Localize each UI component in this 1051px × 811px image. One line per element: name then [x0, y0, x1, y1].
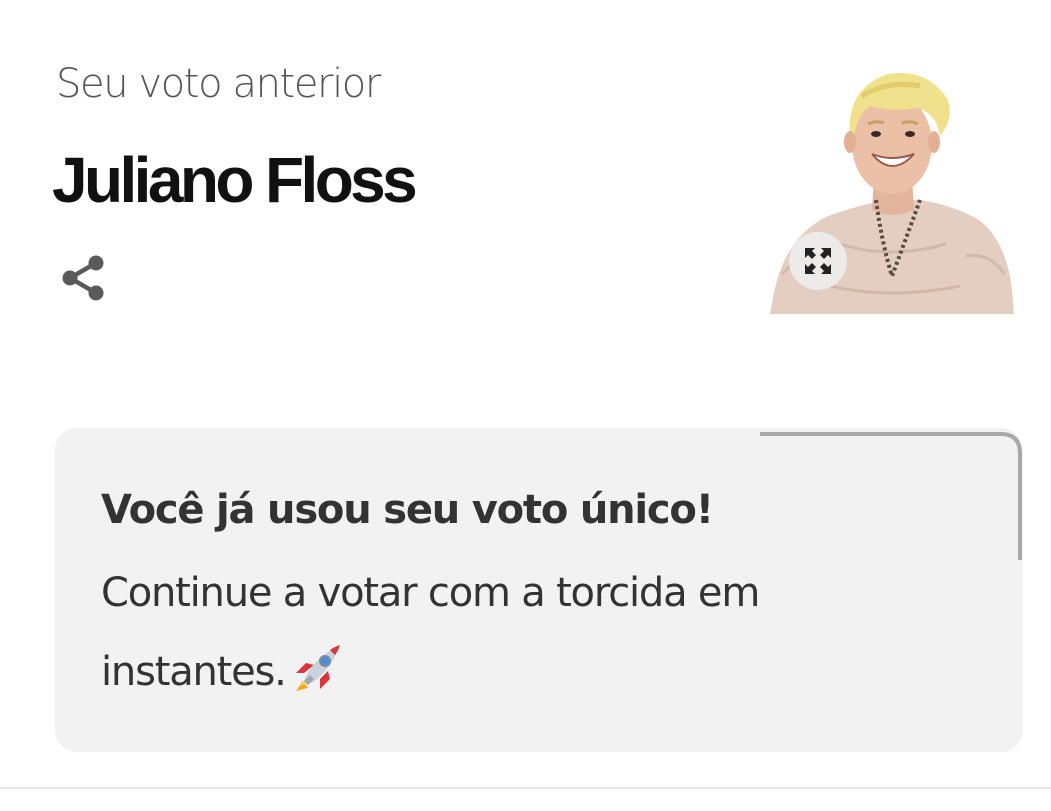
notice-title: Você já usou seu voto único! — [101, 487, 714, 533]
notice-body: Continue a votar com a torcida em instan… — [101, 554, 921, 722]
expand-icon — [805, 248, 831, 274]
share-icon — [62, 255, 104, 301]
expand-photo-button[interactable] — [789, 232, 847, 290]
candidate-name: Juliano Floss — [52, 144, 418, 216]
bottom-divider — [0, 787, 1051, 789]
vote-used-notice: Você já usou seu voto único! Continue a … — [55, 428, 1023, 752]
previous-vote-section: Seu voto anterior Juliano Floss — [0, 0, 1051, 340]
share-button[interactable] — [56, 250, 112, 306]
rocket-icon — [290, 641, 344, 722]
notice-body-text: Continue a votar com a torcida em instan… — [101, 570, 760, 695]
previous-vote-label: Seu voto anterior — [56, 61, 381, 107]
